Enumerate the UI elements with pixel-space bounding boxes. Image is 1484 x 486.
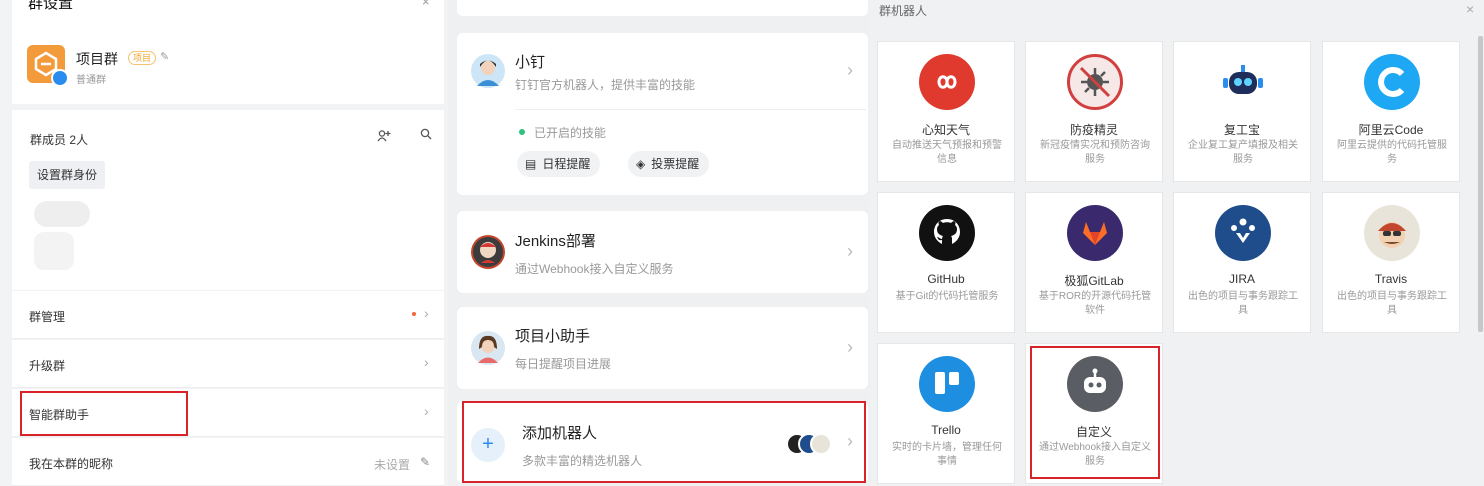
github-icon	[919, 205, 975, 261]
row-upgrade-group[interactable]: 升级群 ›	[12, 340, 444, 388]
robot-desc: 通过Webhook接入自定义服务	[515, 262, 674, 276]
tile-desc: 出色的项目与事务跟踪工具	[1337, 291, 1447, 316]
robot-tile-weather[interactable]: 心知天气 自动推送天气预报和预警信息	[877, 41, 1015, 182]
virus-icon	[1067, 54, 1123, 110]
skill-chip-schedule[interactable]: ▤ 日程提醒	[517, 151, 601, 177]
robot-tile-epidemic[interactable]: 防疫精灵 新冠疫情实况和预防咨询服务	[1025, 41, 1163, 182]
group-name: 项目群	[76, 51, 118, 67]
vote-icon: ◈	[636, 157, 646, 171]
robot-icon	[1215, 54, 1271, 110]
tile-name: 心知天气	[921, 123, 970, 137]
tile-desc: 企业复工复产填报及相关服务	[1188, 140, 1298, 165]
set-identity-button[interactable]: 设置群身份	[29, 161, 106, 189]
members-label: 群成员 2人	[30, 133, 89, 147]
group-settings-panel: 群设置 × 项目群 项目 ✎ 普通群 群成员 2人 设置群身份 群管理 › 升级…	[0, 0, 448, 486]
robot-card-xiaoding[interactable]: 小钉 钉钉官方机器人，提供丰富的技能 › 已开启的技能 ▤ 日程提醒 ◈ 投票提醒	[457, 33, 868, 195]
highlight-box	[1030, 346, 1160, 479]
chevron-right-icon: ›	[424, 354, 429, 370]
search-icon[interactable]	[420, 128, 432, 143]
group-avatar[interactable]	[27, 45, 69, 87]
skills-label: 已开启的技能	[534, 126, 607, 140]
infinity-icon	[919, 54, 975, 110]
robot-list-panel: 小钉 钉钉官方机器人，提供丰富的技能 › 已开启的技能 ▤ 日程提醒 ◈ 投票提醒 …	[448, 0, 870, 486]
tile-name: JIRA	[1228, 272, 1255, 286]
scrollbar[interactable]	[1478, 36, 1483, 332]
robot-name: Jenkins部署	[515, 233, 596, 250]
chevron-right-icon: ›	[847, 241, 853, 261]
tile-desc: 基于Git的代码托管服务	[895, 291, 999, 302]
row-label: 我在本群的昵称	[29, 457, 114, 471]
chevron-right-icon: ›	[424, 403, 429, 419]
chip-label: 日程提醒	[542, 157, 591, 171]
verified-badge-icon	[51, 69, 69, 87]
code-icon	[1364, 54, 1420, 110]
tile-desc: 新冠疫情实况和预防咨询服务	[1040, 140, 1150, 165]
chevron-right-icon: ›	[847, 60, 853, 80]
panel-title: 群设置	[28, 0, 74, 12]
robot-tile-gitlab[interactable]: 极狐GitLab 基于ROR的开源代码托管软件	[1025, 192, 1163, 333]
tile-name: GitHub	[927, 272, 965, 286]
edit-name-icon[interactable]: ✎	[160, 50, 169, 63]
notification-dot	[412, 312, 416, 316]
gallery-title: 群机器人	[879, 4, 928, 18]
robot-avatar	[471, 331, 505, 365]
calendar-icon: ▤	[525, 157, 537, 171]
robot-tile-trello[interactable]: Trello 实时的卡片墙，管理任何事情	[877, 343, 1015, 484]
robot-tile-fugongbao[interactable]: 复工宝 企业复工复产填报及相关服务	[1173, 41, 1311, 182]
tile-name: 复工宝	[1223, 123, 1260, 137]
robot-desc: 钉钉官方机器人，提供丰富的技能	[515, 78, 696, 92]
robot-tile-travis[interactable]: Travis 出色的项目与事务跟踪工具	[1322, 192, 1460, 333]
chevron-right-icon: ›	[424, 305, 429, 321]
robot-card-jenkins[interactable]: Jenkins部署 通过Webhook接入自定义服务 ›	[457, 211, 868, 293]
gitlab-icon	[1067, 205, 1123, 261]
chevron-right-icon: ›	[847, 337, 853, 357]
robot-desc: 每日提醒项目进展	[515, 357, 612, 371]
tile-name: 极狐GitLab	[1064, 274, 1124, 288]
tile-desc: 自动推送天气预报和预警信息	[892, 140, 1002, 165]
highlight-box	[20, 391, 188, 436]
edit-icon[interactable]: ✎	[420, 455, 430, 469]
group-tag: 项目	[128, 51, 157, 65]
robot-gallery-panel: 群机器人 × 心知天气 自动推送天气预报和预警信息 防疫精灵 新冠疫情实况和预防…	[870, 0, 1484, 486]
jira-icon	[1215, 205, 1271, 261]
tile-desc: 阿里云提供的代码托管服务	[1337, 140, 1447, 165]
robot-card-project-assistant[interactable]: 项目小助手 每日提醒项目进展 ›	[457, 307, 868, 389]
row-my-nickname[interactable]: 我在本群的昵称 未设置 ✎	[12, 438, 444, 486]
member-avatar-blurred[interactable]	[34, 201, 90, 227]
divider	[515, 109, 866, 110]
robot-avatar	[471, 54, 505, 88]
row-label: 群管理	[29, 310, 66, 324]
tile-name: 阿里云Code	[1358, 123, 1424, 137]
highlight-box	[462, 401, 866, 483]
status-dot	[519, 129, 525, 135]
close-icon[interactable]: ×	[1466, 1, 1474, 17]
robot-tile-github[interactable]: GitHub 基于Git的代码托管服务	[877, 192, 1015, 333]
add-member-icon[interactable]	[377, 129, 391, 146]
tile-desc: 出色的项目与事务跟踪工具	[1188, 291, 1298, 316]
tile-name: Trello	[931, 423, 961, 437]
trello-icon	[919, 356, 975, 412]
tile-desc: 实时的卡片墙，管理任何事情	[892, 442, 1002, 467]
chip-label: 投票提醒	[651, 157, 700, 171]
tile-name: Travis	[1374, 272, 1408, 286]
card-top-edge	[457, 0, 868, 16]
robot-tile-jira[interactable]: JIRA 出色的项目与事务跟踪工具	[1173, 192, 1311, 333]
member-avatar-blurred[interactable]	[34, 232, 74, 270]
robot-name: 小钉	[515, 54, 546, 71]
row-value: 未设置	[374, 458, 411, 472]
row-label: 升级群	[29, 359, 66, 373]
robot-tile-aliyun-code[interactable]: 阿里云Code 阿里云提供的代码托管服务	[1322, 41, 1460, 182]
group-type: 普通群	[76, 75, 106, 86]
skill-chip-vote[interactable]: ◈ 投票提醒	[628, 151, 710, 177]
travis-icon	[1364, 205, 1420, 261]
tile-desc: 基于ROR的开源代码托管软件	[1038, 291, 1152, 316]
robot-name: 项目小助手	[515, 328, 591, 345]
robot-avatar	[471, 235, 505, 269]
close-icon[interactable]: ×	[422, 0, 430, 9]
row-group-management[interactable]: 群管理 ›	[12, 291, 444, 339]
tile-name: 防疫精灵	[1069, 123, 1118, 137]
